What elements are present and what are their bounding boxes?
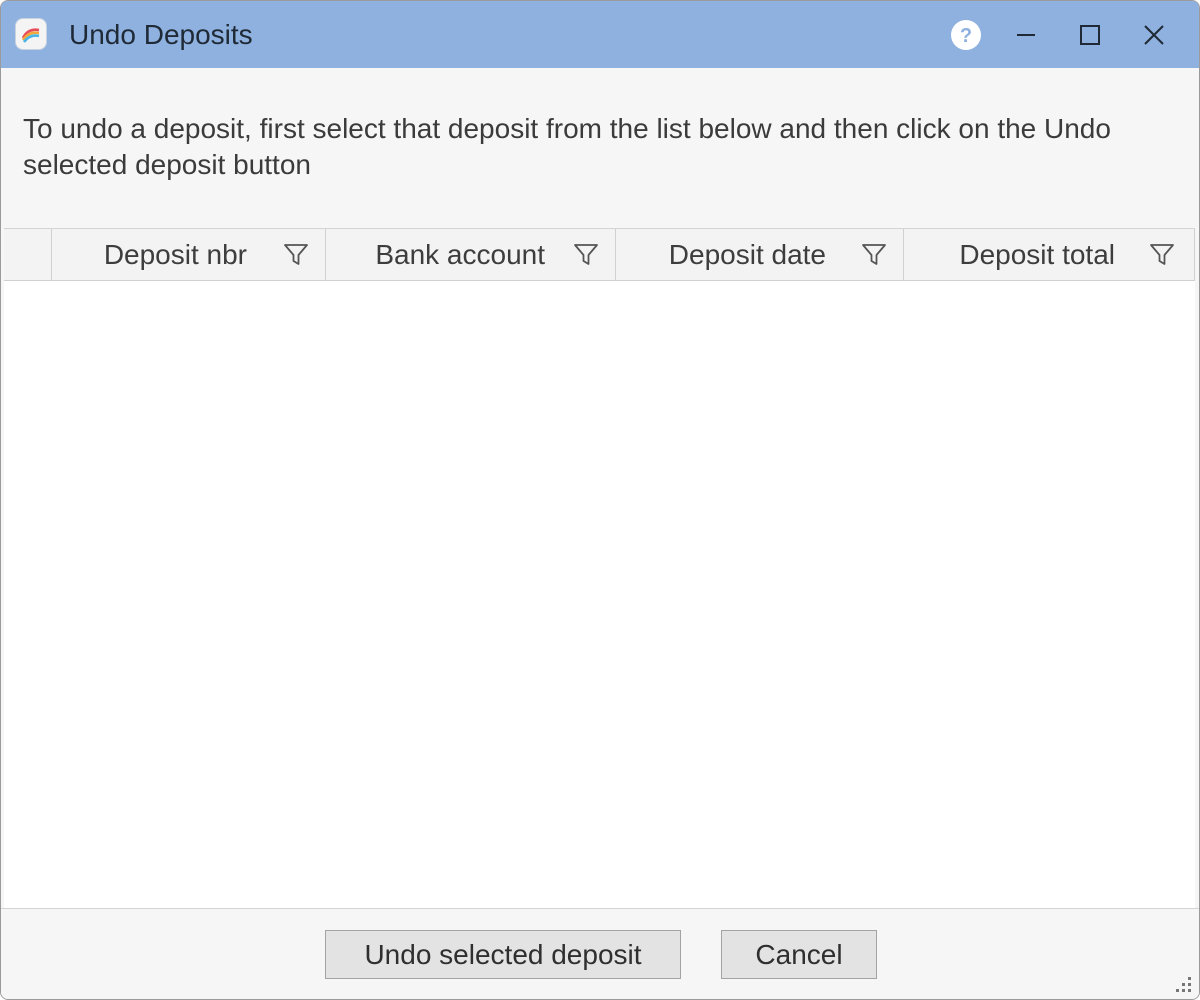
grid-body[interactable]: [4, 281, 1195, 909]
column-label: Deposit nbr: [103, 239, 247, 270]
column-header-deposit-nbr[interactable]: Deposit nbr: [52, 229, 326, 280]
app-logo-icon: [16, 19, 46, 49]
window-title: Undo Deposits: [69, 19, 253, 50]
column-header-deposit-total[interactable]: Deposit total: [904, 229, 1195, 280]
filter-icon[interactable]: [572, 241, 600, 269]
undo-deposits-dialog: Undo Deposits ? To undo a deposit, first…: [0, 0, 1200, 1000]
column-label: Deposit total: [959, 239, 1115, 270]
dialog-footer: Undo selected deposit Cancel: [1, 908, 1199, 999]
svg-text:?: ?: [960, 25, 972, 47]
column-label: Deposit date: [668, 239, 826, 270]
help-button[interactable]: ?: [935, 1, 997, 68]
resize-grip-icon[interactable]: [1171, 972, 1193, 994]
help-icon: ?: [951, 19, 981, 50]
instructions-text: To undo a deposit, first select that dep…: [23, 113, 1111, 180]
column-header-deposit-date[interactable]: Deposit date: [616, 229, 904, 280]
title-bar[interactable]: Undo Deposits ?: [1, 1, 1199, 68]
filter-icon[interactable]: [1148, 241, 1176, 269]
minimize-icon: [1017, 33, 1035, 36]
maximize-icon: [1080, 24, 1100, 45]
row-selector-header[interactable]: [4, 229, 52, 280]
maximize-button[interactable]: [1059, 1, 1121, 68]
column-label: Bank account: [375, 239, 545, 270]
grid-header: Deposit nbr Bank account Deposit date De…: [4, 229, 1195, 281]
cancel-button[interactable]: Cancel: [721, 930, 877, 979]
close-icon: [1144, 24, 1164, 45]
filter-icon[interactable]: [282, 241, 310, 269]
filter-icon[interactable]: [860, 241, 888, 269]
column-header-bank-account[interactable]: Bank account: [326, 229, 616, 280]
undo-selected-deposit-button[interactable]: Undo selected deposit: [325, 930, 681, 979]
minimize-button[interactable]: [995, 1, 1057, 68]
close-button[interactable]: [1123, 1, 1185, 68]
deposits-grid[interactable]: Deposit nbr Bank account Deposit date De…: [4, 228, 1195, 909]
